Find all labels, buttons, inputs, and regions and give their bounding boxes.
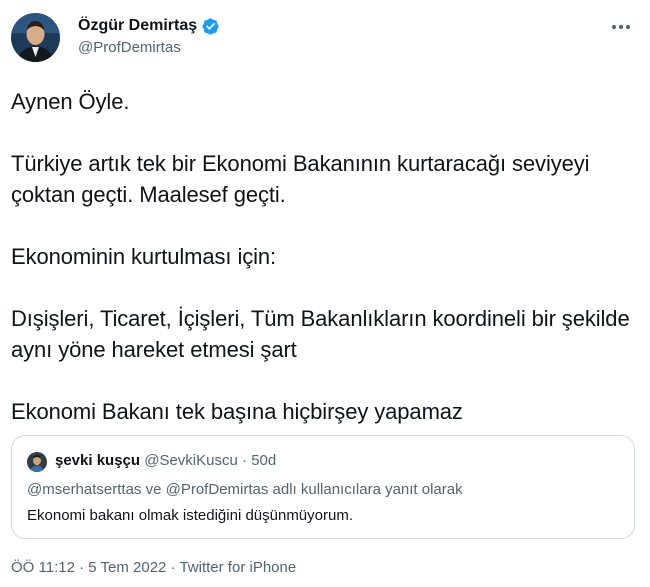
quoted-header: şevki kuşçu @SevkiKuscu · 50d — [55, 451, 276, 471]
tweet-text: Aynen Öyle. Türkiye artık tek bir Ekonom… — [11, 86, 636, 427]
tweet-paragraph: Türkiye artık tek bir Ekonomi Bakanının … — [11, 151, 590, 207]
dot — [619, 25, 623, 29]
quoted-age: 50d — [251, 452, 277, 469]
dot — [612, 25, 616, 29]
author-handle[interactable]: @ProfDemirtas — [78, 38, 181, 58]
tweet-date[interactable]: 5 Tem 2022 — [88, 559, 166, 576]
verified-badge-icon — [201, 17, 220, 36]
quoted-text: Ekonomi bakanı olmak istediğini düşünmüy… — [27, 507, 353, 524]
separator: · — [237, 452, 252, 469]
dot — [626, 25, 630, 29]
author-name[interactable]: Özgür Demirtaş — [78, 16, 197, 36]
tweet-source[interactable]: Twitter for iPhone — [179, 559, 296, 576]
separator: · — [74, 559, 89, 576]
author-avatar[interactable] — [11, 13, 60, 62]
tweet-paragraph: Ekonominin kurtulması için: — [11, 244, 277, 269]
quoted-tweet-card[interactable]: şevki kuşçu @SevkiKuscu · 50d @mserhatse… — [11, 435, 635, 539]
tweet-paragraph: Aynen Öyle. — [11, 89, 130, 114]
separator: · — [166, 559, 180, 576]
tweet-metadata: ÖÖ 11:12 · 5 Tem 2022 · Twitter for iPho… — [11, 558, 296, 578]
quoted-author-name: şevki kuşçu — [55, 452, 141, 469]
quoted-reply-context: @mserhatserttas ve @ProfDemirtas adlı ku… — [27, 481, 463, 498]
quoted-author-avatar — [27, 452, 47, 472]
author-name-row[interactable]: Özgür Demirtaş — [78, 16, 220, 36]
quoted-author-handle: @SevkiKuscu — [144, 452, 238, 469]
tweet-paragraph: Dışişleri, Ticaret, İçişleri, Tüm Bakanl… — [11, 306, 630, 362]
tweet-time[interactable]: ÖÖ 11:12 — [11, 559, 75, 576]
more-options-icon[interactable] — [604, 14, 638, 40]
tweet-paragraph: Ekonomi Bakanı tek başına hiçbirşey yapa… — [11, 399, 463, 424]
